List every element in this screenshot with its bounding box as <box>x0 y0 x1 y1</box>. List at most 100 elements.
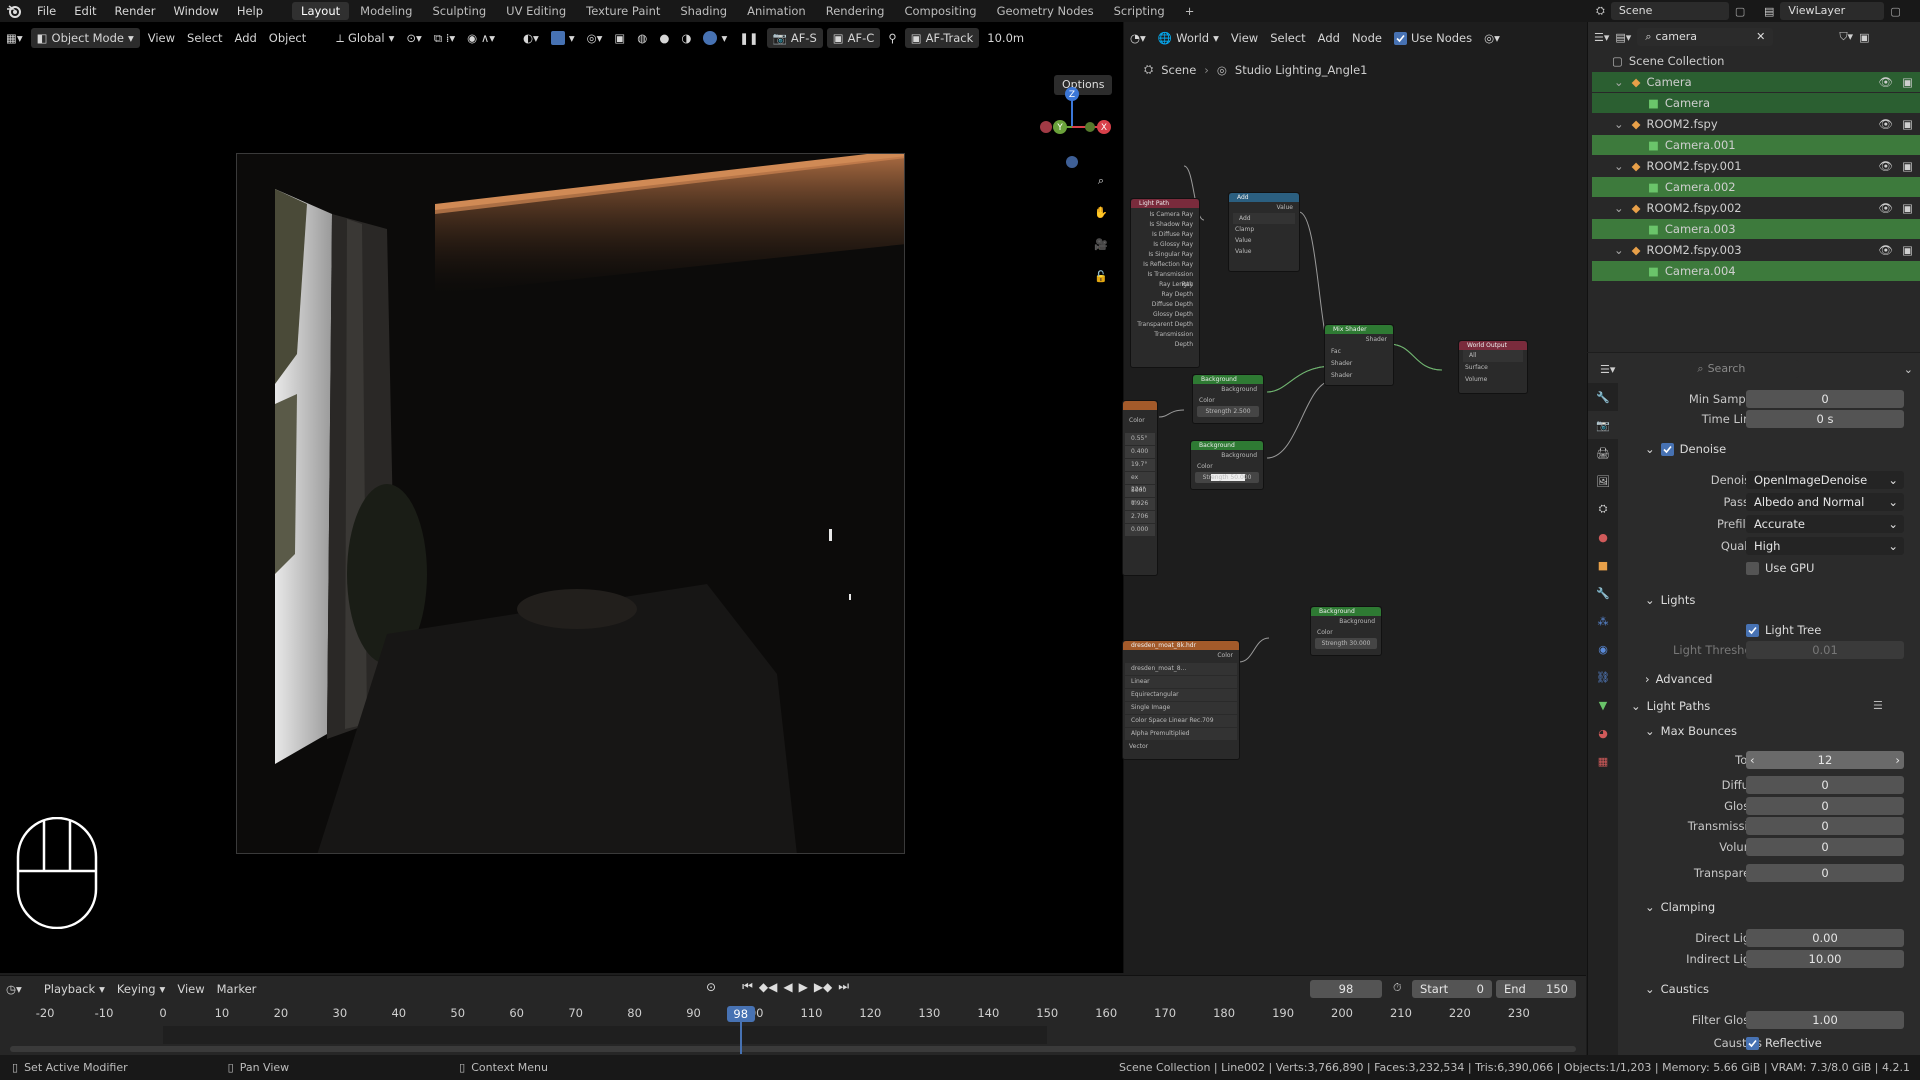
add-workspace-icon[interactable]: + <box>1176 2 1204 20</box>
new-collection-icon[interactable]: ▣ <box>1859 31 1869 44</box>
glossy-bounces-field[interactable]: 0 <box>1746 797 1904 815</box>
menu-file[interactable]: File <box>28 0 65 22</box>
properties-editor[interactable]: ☰▾ ⌕ Search ⌄ 🔧 📷 🖨 🖼 ⛭ ● ■ 🔧 ⁂ ◉ ⛓ ▼ ◕ … <box>1587 353 1920 1055</box>
max-bounces-panel-header[interactable]: ⌄ Max Bounces <box>1645 724 1737 738</box>
chevron-down-icon[interactable]: ⌄ <box>1614 75 1624 89</box>
passes-dropdown[interactable]: Albedo and Normal ⌄ <box>1746 493 1904 511</box>
outliner-row-camera[interactable]: ⌄ ◆ Camera 👁 ▣ <box>1592 72 1920 92</box>
chevron-left-icon[interactable]: ‹ <box>1750 751 1755 769</box>
texture-tab-icon[interactable]: ▦ <box>1588 747 1618 775</box>
min-samples-field[interactable]: 0 <box>1746 390 1904 408</box>
light-tree-checkbox[interactable]: Light Tree <box>1746 623 1821 637</box>
tab-scripting[interactable]: Scripting <box>1105 2 1174 20</box>
filter-icon[interactable]: ⛉▾ <box>1839 30 1853 44</box>
outliner-row-room2-fspy-003[interactable]: ⌄ ◆ ROOM2.fspy.003 👁 ▣ <box>1592 240 1920 260</box>
menu-add[interactable]: Add <box>229 28 263 48</box>
gizmo-toggle-icon[interactable]: ▾ <box>545 28 581 48</box>
transmission-bounces-field[interactable]: 0 <box>1746 817 1904 835</box>
tab-texture-paint[interactable]: Texture Paint <box>577 2 669 20</box>
object-tab-icon[interactable]: ■ <box>1588 551 1618 579</box>
presets-list-icon[interactable]: ☰ <box>1873 699 1883 712</box>
properties-search[interactable]: ⌕ Search <box>1689 360 1800 378</box>
shading-material-icon[interactable]: ◑ <box>675 28 697 48</box>
diffuse-bounces-field[interactable]: 0 <box>1746 776 1904 794</box>
direct-light-field[interactable]: 0.00 <box>1746 929 1904 947</box>
zoom-icon[interactable]: ⌕ <box>1090 170 1112 192</box>
volume-bounces-field[interactable]: 0 <box>1746 838 1904 856</box>
constraints-tab-icon[interactable]: ⛓ <box>1588 663 1618 691</box>
scene-name-field[interactable]: Scene <box>1610 2 1729 20</box>
filter-glossy-field[interactable]: 1.00 <box>1746 1011 1904 1029</box>
pan-hand-icon[interactable]: ✋ <box>1090 202 1112 224</box>
menu-select[interactable]: Select <box>181 28 228 48</box>
quality-dropdown[interactable]: High ⌄ <box>1746 537 1904 555</box>
tab-sculpting[interactable]: Sculpting <box>423 2 495 20</box>
outliner-type-icon[interactable]: ☰▾ <box>1594 31 1609 44</box>
tab-modeling[interactable]: Modeling <box>351 2 421 20</box>
shading-wireframe-icon[interactable]: ◍ <box>631 28 653 48</box>
chevron-down-icon[interactable]: ⌄ <box>1904 363 1913 376</box>
caustics-panel-header[interactable]: ⌄ Caustics <box>1645 982 1709 996</box>
shader-node-editor[interactable]: ◔▾ 🌐 World ▾ View Select Add Node Use Node… <box>1122 22 1586 973</box>
outliner-row-camera-003[interactable]: ■ Camera.003 <box>1592 219 1920 239</box>
render-camera-icon[interactable]: ▣ <box>1902 243 1913 257</box>
visibility-eye-icon[interactable]: 👁 <box>1878 75 1893 89</box>
outliner-row-room2-fspy-002[interactable]: ⌄ ◆ ROOM2.fspy.002 👁 ▣ <box>1592 198 1920 218</box>
xray-toggle-icon[interactable]: ▣ <box>608 28 631 48</box>
new-viewlayer-icon[interactable]: ▢ <box>1890 5 1900 18</box>
total-bounces-field[interactable]: ‹ 12 › <box>1746 751 1904 769</box>
tab-compositing[interactable]: Compositing <box>895 2 985 20</box>
node-environment-texture[interactable]: dresden_moat_8k.hdr Color dresden_moat_8… <box>1122 640 1240 760</box>
menu-view[interactable]: View <box>142 28 181 48</box>
indirect-light-field[interactable]: 10.00 <box>1746 950 1904 968</box>
outliner-row-camera-004[interactable]: ■ Camera.004 <box>1592 261 1920 281</box>
visibility-eye-icon[interactable]: 👁 <box>1878 243 1893 257</box>
outliner-row-camera-data[interactable]: ■ Camera <box>1592 93 1920 113</box>
menu-object[interactable]: Object <box>263 28 312 48</box>
chevron-right-icon[interactable]: › <box>1895 751 1900 769</box>
chevron-down-icon[interactable]: ⌄ <box>1614 159 1624 173</box>
particles-tab-icon[interactable]: ⁂ <box>1588 607 1618 635</box>
display-mode-icon[interactable]: ▤▾ <box>1615 31 1631 44</box>
tab-geometry-nodes[interactable]: Geometry Nodes <box>988 2 1103 20</box>
outliner-row-room2-fspy[interactable]: ⌄ ◆ ROOM2.fspy 👁 ▣ <box>1592 114 1920 134</box>
clamping-panel-header[interactable]: ⌄ Clamping <box>1645 900 1715 914</box>
chevron-down-icon[interactable]: ⌄ <box>1614 201 1624 215</box>
af-s-button[interactable]: 📷 AF-S <box>766 28 823 48</box>
overlay-toggle-icon[interactable]: ◎▾ <box>581 28 609 48</box>
chevron-down-icon[interactable]: ⌄ <box>1614 117 1624 131</box>
lock-icon[interactable]: 🔓 <box>1090 266 1112 288</box>
node-add-math[interactable]: Add Value Add Clamp Value Value <box>1228 192 1300 272</box>
snap-icon[interactable]: ⧉ ⁞▾ <box>428 28 461 48</box>
focus-distance-field[interactable]: 10.0m <box>981 28 1030 48</box>
physics-tab-icon[interactable]: ◉ <box>1588 635 1618 663</box>
output-tab-icon[interactable]: 🖨 <box>1588 439 1618 467</box>
outliner-row-room2-fspy-001[interactable]: ⌄ ◆ ROOM2.fspy.001 👁 ▣ <box>1592 156 1920 176</box>
denoise-panel-header[interactable]: ⌄ Denoise <box>1645 442 1726 456</box>
render-camera-icon[interactable]: ▣ <box>1902 201 1913 215</box>
tab-uv-editing[interactable]: UV Editing <box>497 2 575 20</box>
outliner[interactable]: ☰▾ ▤▾ ⌕ camera ✕ ⛉▾ ▣ ▢ Scene Collection… <box>1587 22 1920 352</box>
view-layer-tab-icon[interactable]: 🖼 <box>1588 467 1618 495</box>
tool-tab-icon[interactable]: 🔧 <box>1588 383 1618 411</box>
node-background-2[interactable]: Background Background Color Strength 50.… <box>1190 440 1264 490</box>
render-camera-icon[interactable]: ▣ <box>1902 117 1913 131</box>
tab-rendering[interactable]: Rendering <box>817 2 894 20</box>
material-tab-icon[interactable]: ◕ <box>1588 719 1618 747</box>
transform-orientation-dropdown[interactable]: ⟂ Global ▾ <box>330 28 400 48</box>
visibility-eye-icon[interactable]: 👁 <box>1878 201 1893 215</box>
time-limit-field[interactable]: 0 s <box>1746 410 1904 428</box>
light-threshold-field[interactable]: 0.01 <box>1746 641 1904 659</box>
pause-render-icon[interactable]: ❚❚ <box>733 28 764 48</box>
node-background[interactable]: Background Background Color Strength 2.5… <box>1192 374 1264 424</box>
render-camera-icon[interactable]: ▣ <box>1902 75 1913 89</box>
timeline-ruler[interactable]: -20-100102030405060708090100110120130140… <box>0 976 1586 1056</box>
tab-animation[interactable]: Animation <box>738 2 815 20</box>
reflective-caustics-checkbox[interactable]: Reflective <box>1746 1036 1822 1050</box>
playhead[interactable]: 98 <box>726 1006 755 1022</box>
menu-edit[interactable]: Edit <box>65 0 105 22</box>
timeline-scrollbar[interactable] <box>10 1046 1576 1052</box>
focus-picker-icon[interactable]: ⚲ <box>882 28 902 48</box>
chevron-down-icon[interactable]: ⌄ <box>1614 243 1624 257</box>
outliner-search[interactable]: ⌕ camera ✕ <box>1637 28 1774 46</box>
